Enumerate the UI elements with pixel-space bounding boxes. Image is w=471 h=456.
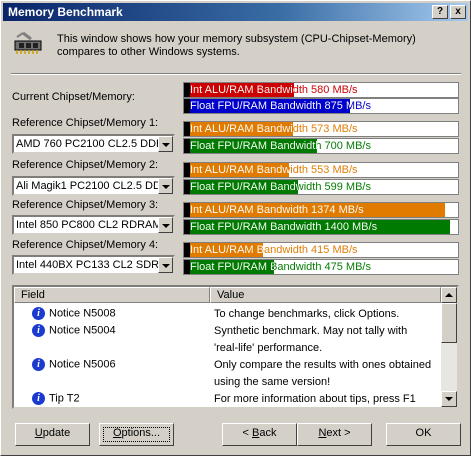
reference-3-select-value: Intel 850 PC800 CL2 RDRAM xyxy=(16,219,162,231)
reference-1-int-bar: Int ALU/RAM Bandwidth 573 MB/s xyxy=(183,121,459,137)
list-item-name: Notice N5008 xyxy=(49,307,116,320)
chevron-down-icon[interactable] xyxy=(158,136,173,152)
reference-1-label: Reference Chipset/Memory 1: xyxy=(12,117,159,129)
reference-3-label: Reference Chipset/Memory 3: xyxy=(12,199,159,211)
column-header-value[interactable]: Value xyxy=(210,287,441,303)
reference-4-label: Reference Chipset/Memory 4: xyxy=(12,239,159,251)
help-button[interactable]: ? xyxy=(432,5,448,19)
list-item-value: For more information about tips, press F… xyxy=(214,393,416,405)
update-accelerator: U xyxy=(34,427,43,439)
reference-2-float-bar: Float FPU/RAM Bandwidth 599 MB/s xyxy=(183,179,459,195)
scroll-down-button[interactable] xyxy=(441,391,457,407)
top-divider xyxy=(11,73,461,75)
list-item-value: Only compare the results with ones obtai… xyxy=(214,359,432,388)
current-int-bar: Int ALU/RAM Bandwidth 580 MB/s xyxy=(183,82,459,98)
update-label: pdate xyxy=(42,427,71,439)
reference-4-float-text: Float FPU/RAM Bandwidth 475 MB/s xyxy=(190,261,371,273)
current-float-text: Float FPU/RAM Bandwidth 875 MB/s xyxy=(190,100,371,112)
chevron-down-icon[interactable] xyxy=(158,257,173,273)
reference-2-int-bar: Int ALU/RAM Bandwidth 553 MB/s xyxy=(183,162,459,178)
list-item-value: Synthetic benchmark. May not tally with … xyxy=(214,325,408,354)
reference-2-int-text: Int ALU/RAM Bandwidth 553 MB/s xyxy=(190,164,358,176)
reference-1-float-text: Float FPU/RAM Bandwidth 700 MB/s xyxy=(190,140,371,152)
ok-label: OK xyxy=(415,427,432,439)
reference-3-int-bar: Int ALU/RAM Bandwidth 1374 MB/s xyxy=(183,202,459,218)
next-label: ext > xyxy=(326,427,351,439)
options-label: ptions... xyxy=(121,427,161,439)
list-item-value: To change benchmarks, click Options. xyxy=(214,308,400,320)
reference-4-int-text: Int ALU/RAM Bandwidth 415 MB/s xyxy=(190,244,358,256)
reference-4-select-value: Intel 440BX PC133 CL2 SDRAM xyxy=(16,259,175,271)
back-button[interactable]: < Back xyxy=(222,423,297,446)
current-float-bar: Float FPU/RAM Bandwidth 875 MB/s xyxy=(183,98,459,114)
info-icon: i xyxy=(32,392,45,405)
column-header-field[interactable]: Field xyxy=(14,287,210,303)
reference-2-float-text: Float FPU/RAM Bandwidth 599 MB/s xyxy=(190,181,371,193)
reference-2-select-value: Ali Magik1 PC2100 CL2.5 DDR xyxy=(16,180,169,192)
memory-chip-icon xyxy=(14,31,42,54)
reference-4-float-bar: Float FPU/RAM Bandwidth 475 MB/s xyxy=(183,259,459,275)
info-icon: i xyxy=(32,307,45,320)
chevron-down-icon[interactable] xyxy=(158,217,173,233)
list-item[interactable]: i Notice N5004 xyxy=(32,324,116,337)
update-button[interactable]: Update xyxy=(15,423,90,446)
reference-3-float-text: Float FPU/RAM Bandwidth 1400 MB/s xyxy=(190,221,378,233)
reference-1-select-value: AMD 760 PC2100 CL2.5 DDR xyxy=(16,138,164,150)
reference-4-int-bar: Int ALU/RAM Bandwidth 415 MB/s xyxy=(183,242,459,258)
reference-1-float-bar: Float FPU/RAM Bandwidth 700 MB/s xyxy=(183,138,459,154)
reference-1-int-text: Int ALU/RAM Bandwidth 573 MB/s xyxy=(190,123,358,135)
reference-3-float-bar: Float FPU/RAM Bandwidth 1400 MB/s xyxy=(183,219,459,235)
back-label: ack xyxy=(259,427,277,439)
next-button[interactable]: Next > xyxy=(297,423,372,446)
list-item-name: Notice N5004 xyxy=(49,324,116,337)
close-button[interactable]: x xyxy=(450,5,466,19)
reference-3-select[interactable]: Intel 850 PC800 CL2 RDRAM xyxy=(12,215,175,235)
window-title: Memory Benchmark xyxy=(8,5,123,19)
memory-benchmark-window: Memory Benchmark ? x This window shows h… xyxy=(0,0,471,456)
back-prefix: < xyxy=(242,427,252,439)
list-item-name: Tip T2 xyxy=(49,392,80,405)
reference-2-select[interactable]: Ali Magik1 PC2100 CL2.5 DDR xyxy=(12,176,175,196)
current-int-text: Int ALU/RAM Bandwidth 580 MB/s xyxy=(190,84,358,96)
reference-1-select[interactable]: AMD 760 PC2100 CL2.5 DDR xyxy=(12,134,175,154)
chevron-down-icon[interactable] xyxy=(158,178,173,194)
arrow-up-icon xyxy=(445,293,453,297)
info-icon: i xyxy=(32,324,45,337)
title-bar: Memory Benchmark xyxy=(3,3,468,21)
list-item-name: Notice N5006 xyxy=(49,358,116,371)
list-item[interactable]: i Tip T2 xyxy=(32,392,80,405)
options-button[interactable]: Options... xyxy=(99,423,174,446)
list-item[interactable]: i Notice N5008 xyxy=(32,307,116,320)
list-item[interactable]: i Notice N5006 xyxy=(32,358,116,371)
options-accelerator: O xyxy=(112,427,122,439)
vertical-scrollbar[interactable] xyxy=(441,287,457,407)
reference-3-int-text: Int ALU/RAM Bandwidth 1374 MB/s xyxy=(190,204,364,216)
current-chipset-label: Current Chipset/Memory: xyxy=(12,91,135,103)
info-list[interactable]: Field Value i Notice N5008 To change benc… xyxy=(12,285,459,409)
intro-text: This window shows how your memory subsys… xyxy=(57,33,416,58)
reference-2-label: Reference Chipset/Memory 2: xyxy=(12,159,159,171)
scroll-thumb[interactable] xyxy=(441,303,457,343)
ok-button[interactable]: OK xyxy=(386,423,461,446)
scroll-up-button[interactable] xyxy=(441,287,457,303)
info-icon: i xyxy=(32,358,45,371)
reference-4-select[interactable]: Intel 440BX PC133 CL2 SDRAM xyxy=(12,255,175,275)
arrow-down-icon xyxy=(445,397,453,401)
